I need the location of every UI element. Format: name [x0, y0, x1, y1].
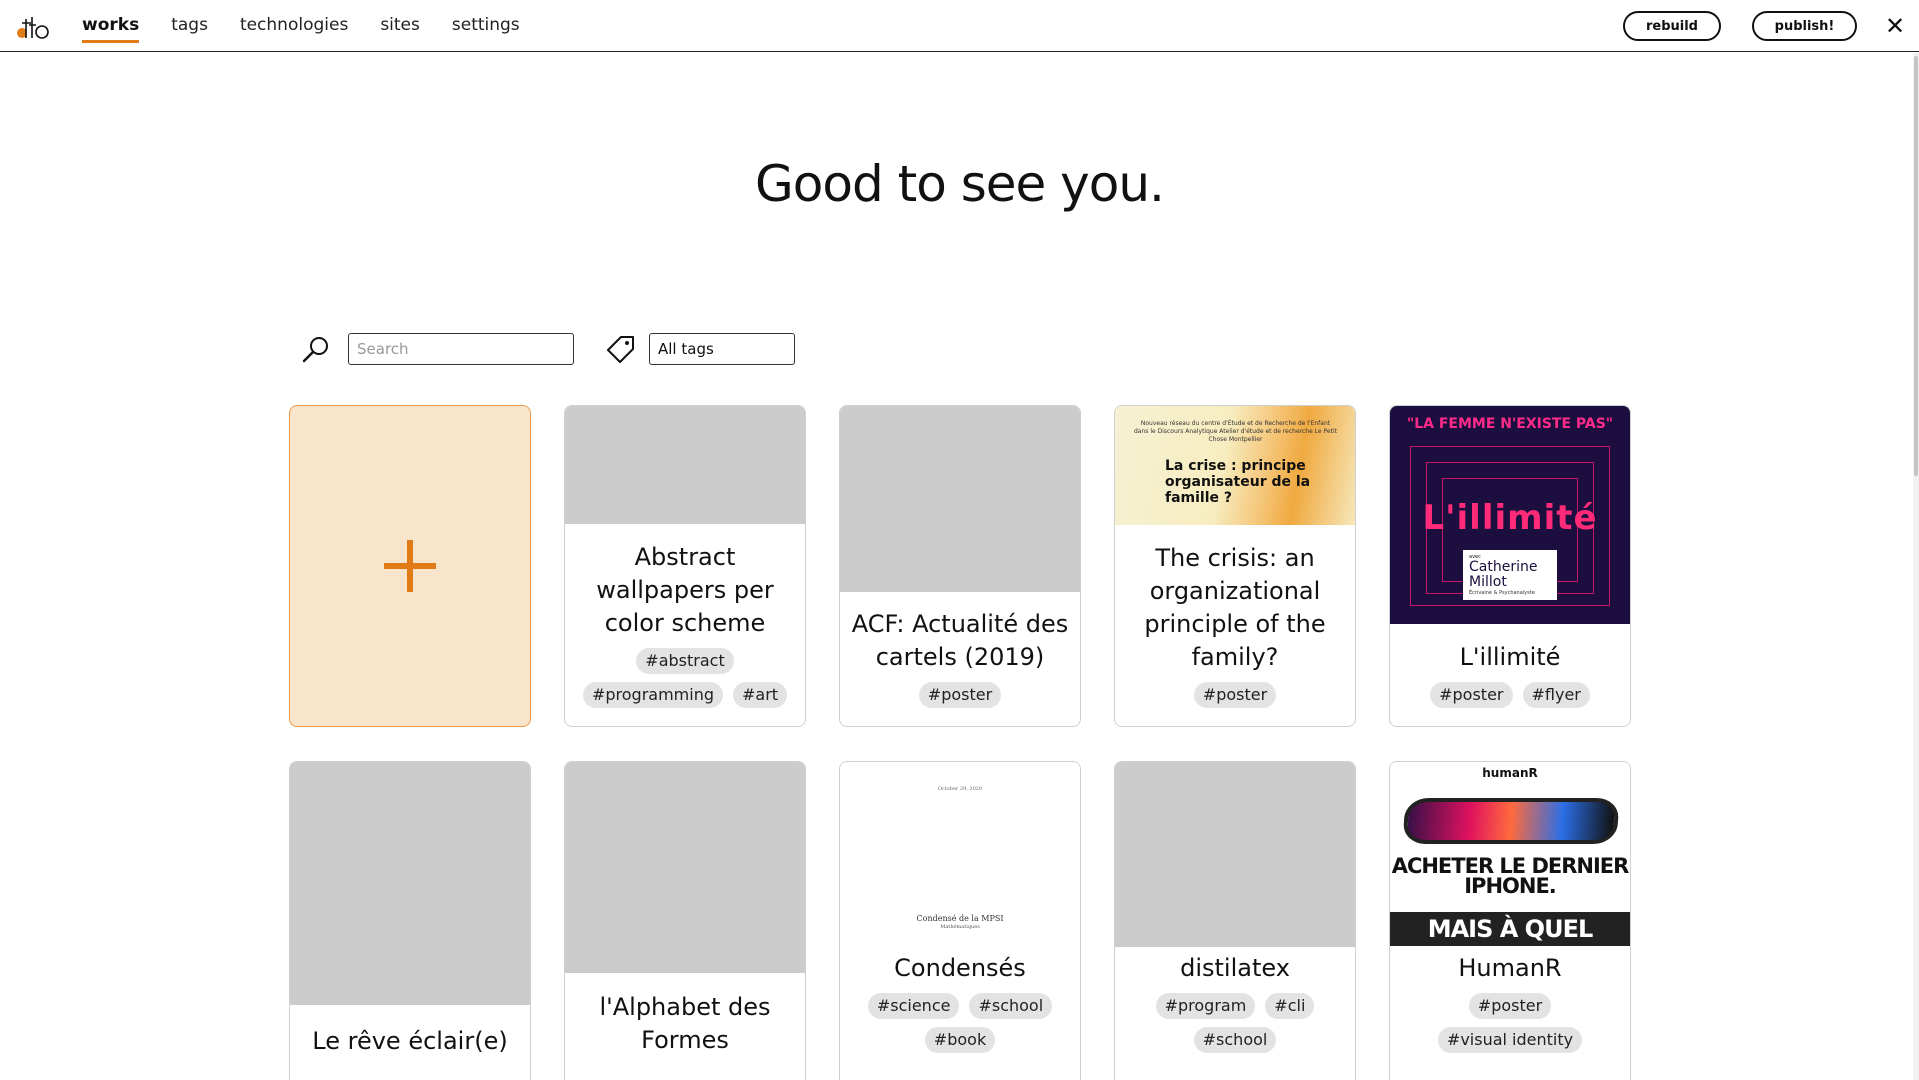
work-card[interactable]: October 29, 2020 Condensé de la MPSI Mat… — [839, 761, 1081, 1080]
poster-small-text: Nouveau réseau du centre d'Étude et de R… — [1134, 420, 1337, 443]
tag-chip[interactable]: #art — [732, 682, 788, 708]
scrollbar-thumb[interactable] — [1914, 56, 1918, 476]
poster-name: Catherine Millot — [1469, 559, 1538, 590]
tag-chip[interactable]: #program — [1155, 993, 1256, 1019]
poster-role: Écrivaine & Psychanalyste — [1469, 590, 1535, 596]
work-card[interactable]: humanR ACHETER LE DERNIER IPHONE. MAIS À… — [1389, 761, 1631, 1080]
tag-chip[interactable]: #school — [1193, 1027, 1277, 1053]
poster-headline: La crise : principe organisateur de la f… — [1165, 458, 1311, 506]
work-thumbnail: Nouveau réseau du centre d'Étude et de R… — [1115, 406, 1355, 525]
nav-sites[interactable]: sites — [380, 17, 420, 43]
tag-chip[interactable]: #poster — [1468, 993, 1552, 1019]
work-title: L'illimité — [1459, 643, 1561, 671]
plus-icon — [380, 536, 440, 596]
work-title: Condensés — [894, 954, 1026, 982]
main-nav: works tags technologies sites settings — [82, 0, 520, 52]
tag-chip[interactable]: #poster — [1430, 682, 1513, 708]
work-card[interactable]: l'Alphabet des Formes — [564, 761, 806, 1080]
tag-filter-select[interactable]: All tags — [649, 333, 795, 365]
work-title: Abstract wallpapers per color scheme — [596, 543, 774, 637]
poster-subline: MAIS À QUEL — [1427, 915, 1594, 943]
tag-chip[interactable]: #flyer — [1522, 682, 1590, 708]
rebuild-button[interactable]: rebuild — [1623, 11, 1721, 41]
page-greeting: Good to see you. — [755, 155, 1165, 213]
poster-header: "LA FEMME N'EXISTE PAS" — [1406, 416, 1614, 432]
work-thumbnail — [565, 762, 805, 973]
poster-headline: ACHETER LE DERNIER IPHONE. — [1391, 854, 1630, 898]
tag-icon — [607, 336, 634, 363]
nav-tags[interactable]: tags — [171, 17, 208, 43]
work-card[interactable]: Nouveau réseau du centre d'Étude et de R… — [1114, 405, 1356, 727]
tag-chip[interactable]: #science — [867, 993, 960, 1019]
work-thumbnail — [1115, 762, 1355, 947]
work-title: distilatex — [1180, 954, 1290, 982]
search-icon — [302, 337, 328, 363]
nav-technologies[interactable]: technologies — [240, 17, 348, 43]
tag-chip[interactable]: #poster — [918, 682, 1002, 708]
add-work-card[interactable] — [289, 405, 531, 727]
tag-chip[interactable]: #visual identity — [1437, 1027, 1583, 1053]
work-thumbnail: October 29, 2020 Condensé de la MPSI Mat… — [840, 762, 1080, 948]
work-thumbnail — [565, 406, 805, 524]
nav-settings[interactable]: settings — [452, 17, 520, 43]
work-thumbnail — [840, 406, 1080, 592]
close-icon[interactable]: ✕ — [1881, 12, 1909, 40]
doc-date: October 29, 2020 — [937, 786, 983, 792]
work-title: ACF: Actualité des cartels (2019) — [851, 610, 1069, 671]
work-card[interactable]: Le rêve éclair(e) — [289, 761, 531, 1080]
work-thumbnail: "LA FEMME N'EXISTE PAS" L'illimité avec … — [1390, 406, 1630, 624]
work-title: Le rêve éclair(e) — [312, 1027, 508, 1055]
work-card[interactable]: "LA FEMME N'EXISTE PAS" L'illimité avec … — [1389, 405, 1631, 727]
tag-chip[interactable]: #poster — [1193, 682, 1277, 708]
phone-image — [1402, 798, 1620, 844]
publish-button[interactable]: publish! — [1752, 11, 1857, 41]
search-input[interactable] — [348, 333, 574, 365]
work-title: l'Alphabet des Formes — [599, 993, 771, 1054]
work-card[interactable]: Abstract wallpapers per color scheme #ab… — [564, 405, 806, 727]
poster-headline: L'illimité — [1422, 498, 1598, 538]
tag-chip[interactable]: #cli — [1265, 993, 1315, 1019]
top-bar: works tags technologies sites settings r… — [0, 0, 1919, 52]
nav-works[interactable]: works — [82, 17, 140, 43]
work-card[interactable]: ACF: Actualité des cartels (2019) #poste… — [839, 405, 1081, 727]
tag-chip[interactable]: #book — [924, 1027, 996, 1053]
tag-chip[interactable]: #school — [969, 993, 1053, 1019]
poster-brand: humanR — [1482, 766, 1538, 780]
logo-icon[interactable] — [16, 13, 52, 41]
work-card[interactable]: distilatex #program #cli #school — [1114, 761, 1356, 1080]
doc-subtitle: Mathématiques — [940, 924, 980, 930]
work-title: The crisis: an organizational principle … — [1144, 544, 1326, 671]
work-thumbnail — [290, 762, 530, 1005]
tag-chip[interactable]: #abstract — [636, 648, 734, 674]
poster-namebox: avec Catherine Millot Écrivaine & Psycha… — [1463, 550, 1557, 600]
work-thumbnail: humanR ACHETER LE DERNIER IPHONE. MAIS À… — [1390, 762, 1630, 948]
doc-title: Condensé de la MPSI — [916, 914, 1004, 923]
tag-chip[interactable]: #programming — [582, 682, 723, 708]
work-title: HumanR — [1458, 954, 1562, 982]
